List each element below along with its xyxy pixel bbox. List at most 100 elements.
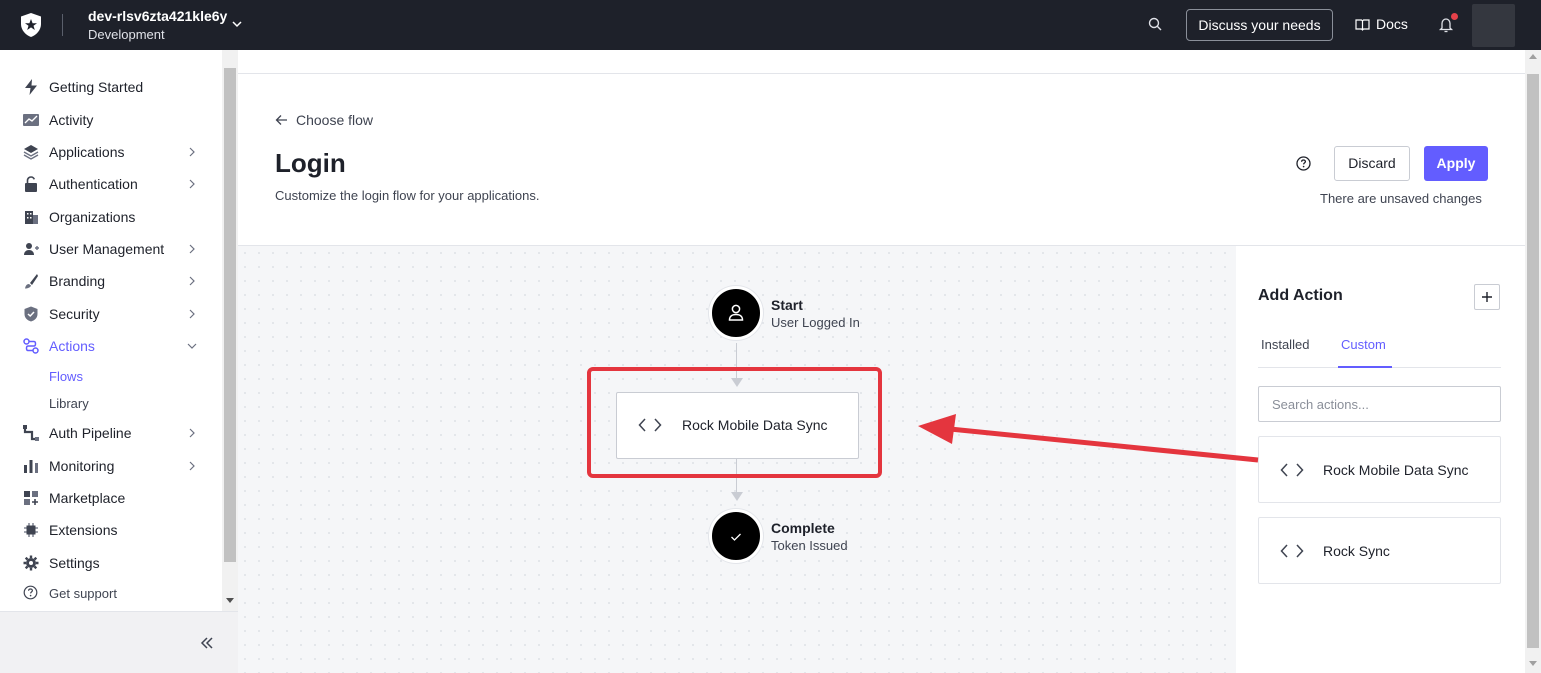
plus-icon [1482,292,1492,302]
chevron-right-icon [189,147,195,157]
chevron-right-icon [189,179,195,189]
help-icon[interactable] [1296,156,1311,171]
sidebar-item-authentication[interactable]: Authentication [0,169,222,199]
action-card-rock-sync[interactable]: Rock Sync [1258,517,1501,584]
chevron-right-icon [189,461,195,471]
sidebar-item-activity[interactable]: Activity [0,105,222,135]
docs-label: Docs [1376,16,1408,32]
flow-arrow-down-icon [731,492,743,501]
sidebar-item-label: Authentication [49,176,138,192]
active-tab-indicator [1338,366,1392,368]
sidebar-item-user-management[interactable]: User Management [0,234,222,264]
sidebar-item-branding[interactable]: Branding [0,266,222,296]
start-node-title: Start [771,297,803,313]
complete-node-title: Complete [771,520,835,536]
action-card-label: Rock Sync [1323,543,1390,559]
topbar-divider [62,14,63,36]
chevron-right-icon [189,309,195,319]
sidebar-item-label: Activity [49,112,94,128]
apply-button[interactable]: Apply [1424,146,1488,181]
search-actions-input[interactable] [1258,386,1501,422]
sidebar-item-label: Branding [49,273,106,289]
action-card-label: Rock Mobile Data Sync [1323,462,1469,478]
sidebar-item-label: Actions [49,338,95,354]
chevron-right-icon [189,428,195,438]
code-icon [1280,463,1304,477]
panel-title: Add Action [1258,287,1343,304]
annotation-highlight-box [587,367,882,478]
unsaved-changes-text: There are unsaved changes [1320,191,1482,206]
sidebar-item-label: Auth Pipeline [49,425,132,441]
sidebar-subitem-library[interactable]: Library [49,396,89,411]
sidebar-item-label: Getting Started [49,79,144,95]
notification-dot [1451,13,1458,20]
gear-icon [23,555,39,571]
sidebar-item-auth-pipeline[interactable]: Auth Pipeline [0,418,222,448]
bar-chart-icon [24,460,38,473]
tab-installed[interactable]: Installed [1261,337,1309,352]
brush-icon [25,274,38,289]
avatar[interactable] [1472,4,1515,47]
scroll-down-arrow-icon[interactable] [1529,661,1537,667]
top-bar: dev-rlsv6zta421kle6y Development Discuss… [0,0,1541,50]
action-tabs: Installed Custom [1258,326,1501,368]
search-icon[interactable] [1147,16,1163,32]
sidebar-subitem-flows[interactable]: Flows [49,369,83,384]
page-title: Login [275,148,346,178]
tenant-name[interactable]: dev-rlsv6zta421kle6y [88,8,227,24]
auth0-logo-icon[interactable] [19,12,43,38]
sidebar-item-label: Extensions [49,522,118,538]
sidebar-item-security[interactable]: Security [0,299,222,329]
complete-node [709,509,763,563]
arrow-left-icon [275,115,287,125]
sidebar-item-organizations[interactable]: Organizations [0,202,222,232]
complete-node-subtitle: Token Issued [771,538,848,553]
header-strip [238,50,1525,74]
sidebar-item-label: Organizations [49,209,136,225]
action-card-rock-mobile-data-sync[interactable]: Rock Mobile Data Sync [1258,436,1501,503]
sidebar-item-label: Applications [49,144,125,160]
discard-button[interactable]: Discard [1334,146,1410,181]
sidebar-item-extensions[interactable]: Extensions [0,515,222,545]
page-scrollbar[interactable] [1525,50,1541,673]
help-circle-icon [23,585,38,600]
sidebar-scrollbar[interactable] [222,50,238,611]
flow-canvas[interactable]: Start User Logged In Rock Mobile Data Sy… [238,245,1236,673]
sidebar-item-label: Marketplace [49,490,126,506]
page-description: Customize the login flow for your applic… [275,188,540,203]
grid-plus-icon [24,491,38,505]
choose-flow-back-link[interactable]: Choose flow [275,112,373,128]
sidebar-item-monitoring[interactable]: Monitoring [0,451,222,481]
building-icon [25,211,38,224]
sidebar-item-applications[interactable]: Applications [0,137,222,167]
scroll-down-arrow-icon[interactable] [226,598,234,604]
sidebar-footer [0,611,238,673]
page-scrollbar-thumb[interactable] [1527,74,1539,648]
lightning-icon [25,79,37,95]
scroll-up-arrow-icon[interactable] [1529,54,1537,60]
user-icon [728,304,744,321]
sidebar-item-marketplace[interactable]: Marketplace [0,483,222,513]
discuss-needs-button[interactable]: Discuss your needs [1186,9,1333,41]
sidebar: Getting Started Activity Applications Au… [0,50,238,673]
start-node [709,286,763,340]
start-node-subtitle: User Logged In [771,315,860,330]
get-support-link[interactable]: Get support [0,580,222,606]
tenant-chevron-down-icon[interactable] [230,17,244,31]
users-icon [24,243,39,255]
sidebar-item-actions[interactable]: Actions [0,331,222,361]
collapse-sidebar-icon[interactable] [199,636,215,650]
back-link-label: Choose flow [296,112,374,128]
lock-icon [25,176,37,192]
tab-custom[interactable]: Custom [1341,337,1386,352]
add-action-button[interactable] [1474,284,1500,310]
chevron-right-icon [189,276,195,286]
sidebar-scrollbar-thumb[interactable] [224,68,236,562]
sidebar-item-settings[interactable]: Settings [0,548,222,578]
tenant-environment[interactable]: Development [88,27,165,42]
docs-link[interactable]: Docs [1355,16,1408,32]
sidebar-item-getting-started[interactable]: Getting Started [0,72,222,102]
pipeline-icon [23,425,39,441]
actions-icon [23,338,39,354]
chip-icon [24,523,38,537]
